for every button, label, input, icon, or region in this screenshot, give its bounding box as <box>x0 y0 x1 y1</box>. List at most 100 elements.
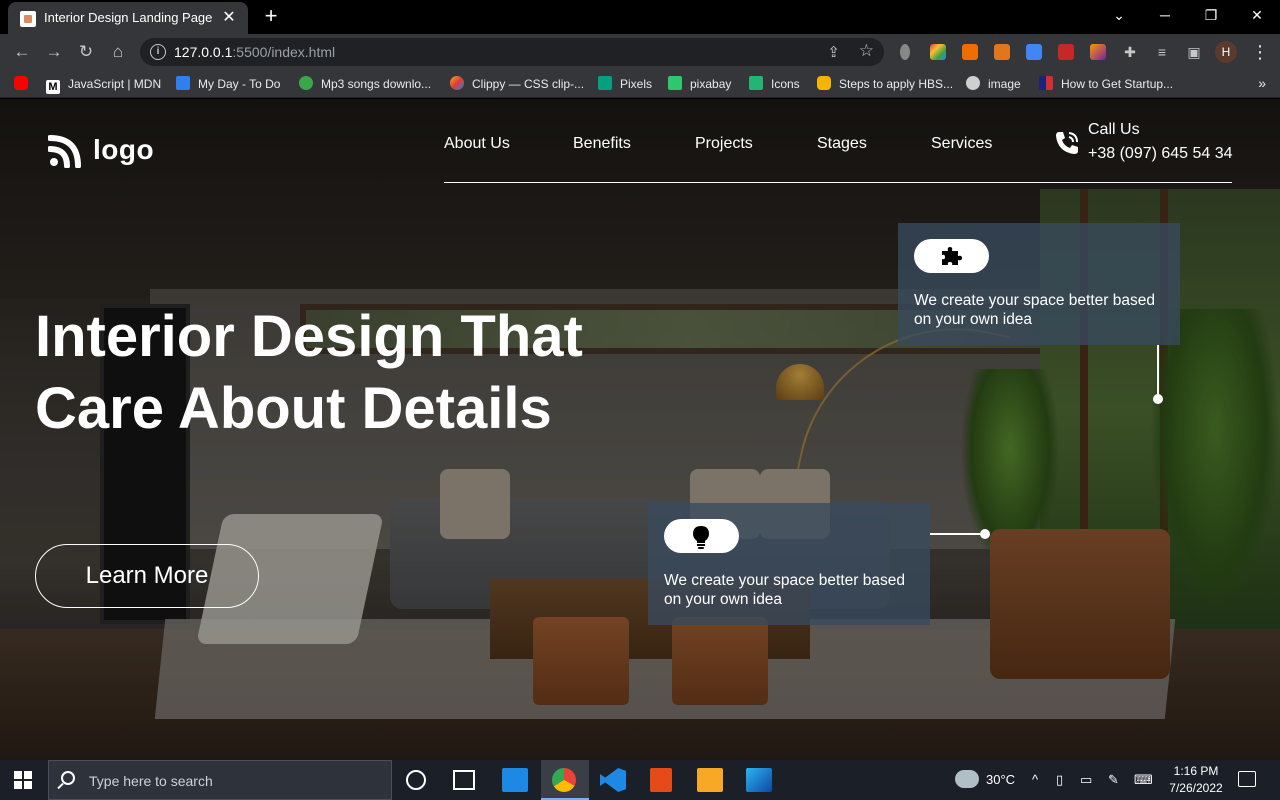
tray-chevron-icon[interactable]: ^ <box>1032 772 1038 787</box>
notifications-icon[interactable] <box>1238 771 1256 787</box>
bookmark-mdn[interactable]: M JavaScript | MDN <box>46 76 161 94</box>
feature-card-lightbulb: We create your space better based on you… <box>648 503 930 625</box>
icons-icon <box>749 76 763 90</box>
card-connector-line <box>1157 345 1159 397</box>
office-icon[interactable] <box>650 768 672 792</box>
screen: Interior Design Landing Page ✕ + ⌄ ─ ❐ ✕… <box>0 0 1280 800</box>
profile-avatar[interactable]: H <box>1215 41 1237 63</box>
bookmark-todo[interactable]: My Day - To Do <box>176 76 280 92</box>
hotspot-dot[interactable] <box>1153 394 1163 404</box>
call-us-label: Call Us <box>1088 121 1140 138</box>
browser-tab[interactable]: Interior Design Landing Page ✕ <box>8 2 248 34</box>
bookmark-pixels[interactable]: Pixels <box>598 76 652 92</box>
bookmark-icons[interactable]: Icons <box>749 76 800 92</box>
feature-card-puzzle: We create your space better based on you… <box>898 223 1180 345</box>
color-picker-icon[interactable] <box>1090 44 1106 60</box>
youtube-icon <box>14 76 28 90</box>
bookmarks-bar: M JavaScript | MDN My Day - To Do Mp3 son… <box>0 70 1280 98</box>
call-us-block[interactable]: Call Us +38 (097) 645 54 34 <box>1052 118 1233 166</box>
card-description: We create your space better based on you… <box>914 292 1155 328</box>
extension-icon[interactable] <box>930 44 946 60</box>
bookmark-pixabay[interactable]: pixabay <box>668 76 731 92</box>
phone-icon <box>1056 132 1078 154</box>
home-icon[interactable]: ⌂ <box>104 38 132 66</box>
tab-search-dropdown-icon[interactable]: ⌄ <box>1096 0 1142 30</box>
close-window-button[interactable]: ✕ <box>1234 0 1280 30</box>
bookmark-youtube[interactable] <box>14 76 36 92</box>
bookmark-hbs[interactable]: Steps to apply HBS... <box>817 76 953 92</box>
card-icon-pill <box>664 519 739 553</box>
hbs-icon <box>817 76 831 90</box>
photos-icon[interactable] <box>746 768 772 792</box>
hero-heading-line-2: Care About Details <box>35 376 552 441</box>
chrome-menu-icon[interactable]: ⋮ <box>1250 40 1270 64</box>
nav-item-projects[interactable]: Projects <box>695 135 753 153</box>
address-bar[interactable]: i 127.0.0.1:5500/index.html ⇪ ☆ <box>140 38 884 66</box>
reload-icon[interactable]: ↻ <box>72 38 100 66</box>
extension-icon[interactable] <box>900 44 910 60</box>
hero-heading: Interior Design That Care About Details <box>35 301 635 445</box>
share-icon[interactable]: ⇪ <box>827 43 840 61</box>
nav-item-about-us[interactable]: About Us <box>444 135 510 153</box>
search-placeholder: Type here to search <box>89 773 213 789</box>
clippy-icon <box>450 76 464 90</box>
metamask-icon[interactable] <box>994 44 1010 60</box>
keyboard-icon[interactable]: ⌨ <box>1134 772 1153 788</box>
learn-more-button[interactable]: Learn More <box>35 544 259 608</box>
phone-number[interactable]: +38 (097) 645 54 34 <box>1088 142 1233 166</box>
site-logo[interactable]: logo <box>48 131 154 169</box>
tab-favicon-icon <box>20 11 36 27</box>
task-view-icon[interactable] <box>453 770 475 790</box>
translate-icon[interactable] <box>1026 44 1042 60</box>
card-icon-pill <box>914 239 989 273</box>
extension-icon[interactable] <box>962 44 978 60</box>
card-connector-line <box>930 533 982 535</box>
mail-icon[interactable] <box>502 768 528 792</box>
bookmark-star-icon[interactable]: ☆ <box>859 41 874 61</box>
site-info-icon[interactable]: i <box>150 44 166 60</box>
cortana-icon[interactable] <box>406 770 426 790</box>
puzzle-icon <box>942 247 962 265</box>
browser-tab-bar: Interior Design Landing Page ✕ + ⌄ ─ ❐ ✕ <box>0 0 1280 34</box>
tab-close-icon[interactable]: ✕ <box>218 7 240 29</box>
tray-device-icon[interactable]: ▯ <box>1056 772 1063 788</box>
chrome-icon[interactable] <box>552 768 576 792</box>
nav-item-stages[interactable]: Stages <box>817 135 867 153</box>
bookmark-mp3[interactable]: Mp3 songs downlo... <box>299 76 431 92</box>
weather-icon[interactable] <box>955 770 979 788</box>
lightbulb-icon <box>693 526 709 549</box>
rss-logo-icon <box>48 135 81 168</box>
side-panel-icon[interactable]: ▣ <box>1180 38 1208 66</box>
back-arrow-icon[interactable]: ← <box>8 38 36 66</box>
image-icon <box>966 76 980 90</box>
network-icon[interactable]: ▭ <box>1080 772 1092 788</box>
clock-time: 1:16 PM <box>1173 764 1219 778</box>
taskbar-search-input[interactable]: Type here to search <box>48 760 392 800</box>
card-description: We create your space better based on you… <box>664 572 905 608</box>
file-explorer-icon[interactable] <box>697 768 723 792</box>
nav-item-services[interactable]: Services <box>931 135 992 153</box>
bookmark-clippy[interactable]: Clippy — CSS clip-... <box>450 76 584 92</box>
vscode-icon[interactable] <box>600 768 626 792</box>
bookmark-image[interactable]: image <box>966 76 1021 92</box>
landing-page: logo About Us Benefits Projects Stages S… <box>0 99 1280 760</box>
forward-arrow-icon[interactable]: → <box>40 38 68 66</box>
url-text: 127.0.0.1:5500/index.html <box>174 44 336 60</box>
windows-start-icon[interactable] <box>14 771 32 789</box>
pen-icon[interactable]: ✎ <box>1108 772 1119 788</box>
extension-icon[interactable] <box>1058 44 1074 60</box>
new-tab-button[interactable]: + <box>258 3 284 29</box>
tab-title: Interior Design Landing Page <box>44 10 213 25</box>
more-bookmarks-chevron-icon[interactable]: » <box>1258 75 1266 91</box>
mp3-icon <box>299 76 313 90</box>
hotspot-dot[interactable] <box>980 529 990 539</box>
nav-item-benefits[interactable]: Benefits <box>573 135 631 153</box>
minimize-button[interactable]: ─ <box>1142 0 1188 30</box>
restore-button[interactable]: ❐ <box>1188 0 1234 30</box>
search-icon <box>61 771 75 785</box>
taskbar-clock[interactable]: 1:16 PM 7/26/2022 <box>1163 763 1229 797</box>
weather-temp[interactable]: 30°C <box>986 772 1015 787</box>
media-control-icon[interactable]: ≡ <box>1148 38 1176 66</box>
bookmark-startup[interactable]: How to Get Startup... <box>1039 76 1173 92</box>
extensions-puzzle-icon[interactable]: ✚ <box>1116 38 1144 66</box>
